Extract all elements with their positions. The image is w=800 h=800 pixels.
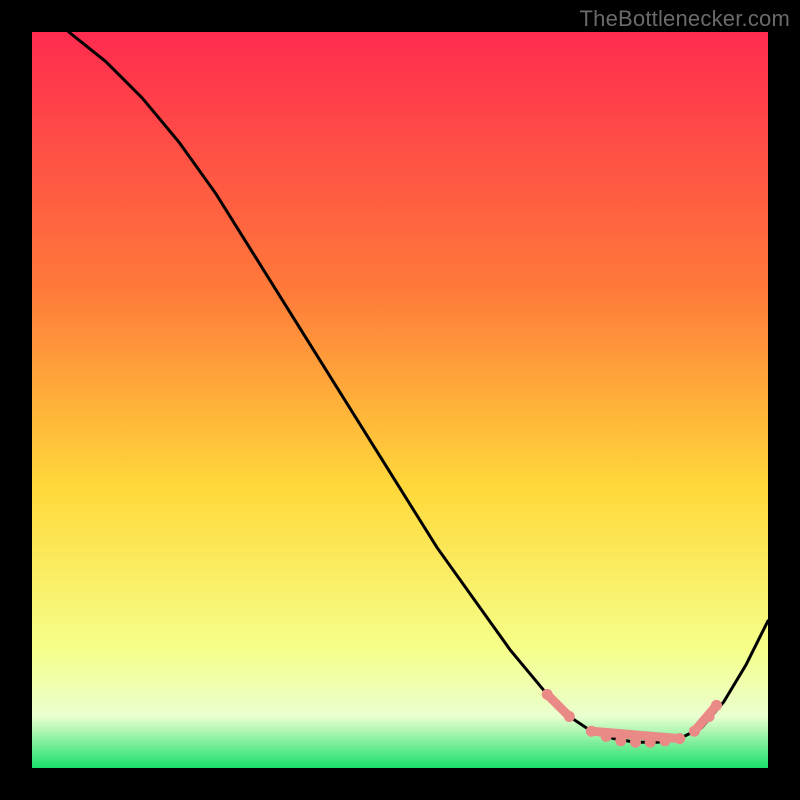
attribution-text: TheBottlenecker.com <box>580 6 790 32</box>
marker-point <box>564 711 575 722</box>
marker-point <box>630 737 641 748</box>
marker-point <box>711 700 722 711</box>
marker-point <box>586 726 597 737</box>
marker-point <box>674 733 685 744</box>
marker-point <box>542 689 553 700</box>
marker-point <box>689 726 700 737</box>
marker-point <box>660 735 671 746</box>
marker-point <box>704 711 715 722</box>
marker-point <box>645 737 656 748</box>
gradient-background <box>32 32 768 768</box>
chart-frame <box>32 32 768 768</box>
marker-point <box>601 731 612 742</box>
bottleneck-chart <box>32 32 768 768</box>
marker-point <box>615 735 626 746</box>
